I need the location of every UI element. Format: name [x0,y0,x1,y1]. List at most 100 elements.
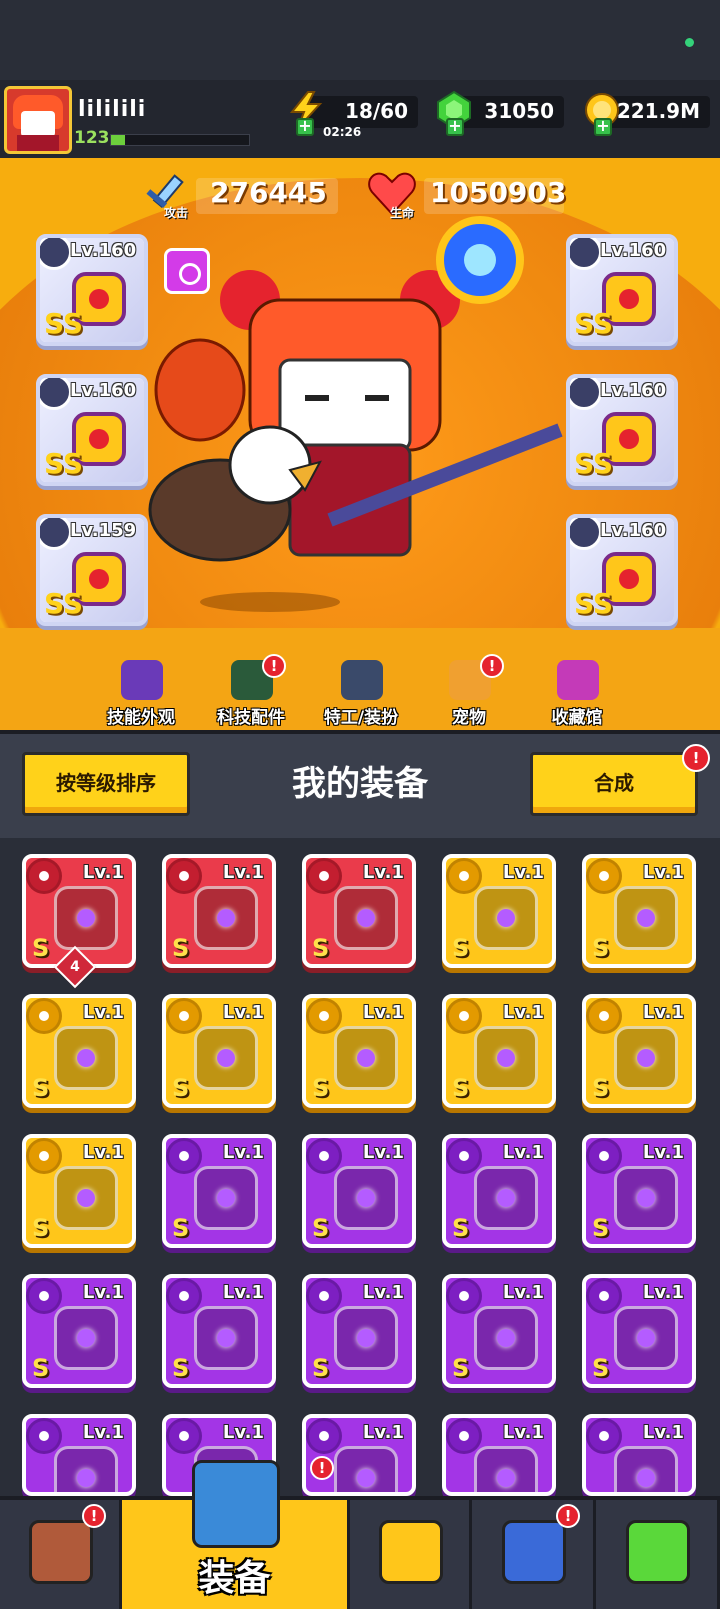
inventory-item[interactable]: Lv.1 S [582,854,696,968]
slot-level: Lv.160 [70,240,137,261]
inventory-item[interactable]: Lv.1 S [162,1274,276,1388]
equipped-slot[interactable]: Lv.159 SS [36,514,148,626]
inventory-item[interactable]: Lv.1 [22,1414,136,1496]
equipped-slot[interactable]: Lv.160 SS [566,374,678,486]
merge-button[interactable]: 合成 [530,752,698,816]
item-level: Lv.1 [82,1002,124,1023]
item-grade: S [312,1214,330,1242]
inventory-item[interactable]: Lv.1 [582,1414,696,1496]
item-grade: S [452,1214,470,1242]
inventory-item[interactable]: Lv.1 S [162,1134,276,1248]
inventory-item[interactable]: Lv.1 S [162,994,276,1108]
inventory-item[interactable]: Lv.1 [302,1414,416,1496]
item-level: Lv.1 [502,1282,544,1303]
player-name: lililili [78,97,147,122]
item-level: Lv.1 [502,1422,544,1443]
add-gems-icon[interactable]: + [446,118,464,136]
inventory-item[interactable]: Lv.1 [442,1414,556,1496]
slot-level: Lv.160 [70,380,137,401]
equipped-slot[interactable]: Lv.160 SS [36,374,148,486]
item-grade: S [32,1354,50,1382]
menu-agents-outfits[interactable]: 特工/装扮 [306,660,416,730]
inventory-item[interactable]: Lv.1 S [442,1134,556,1248]
slot-grade: SS [44,587,84,620]
agents-outfits-icon [341,660,383,700]
coin-counter[interactable]: 221.9M [585,93,710,128]
belt-icon [586,858,622,894]
item-grade: S [452,1074,470,1102]
necklace-icon [40,378,72,410]
menu-label: 特工/装扮 [323,708,399,728]
nav-tab-equipment[interactable]: 装备! [122,1456,350,1609]
equipped-slot[interactable]: Lv.160 SS [36,234,148,346]
add-coins-icon[interactable]: + [594,118,612,136]
energy-counter[interactable]: 18/60 [289,91,418,129]
nav-tab-dna[interactable] [596,1500,720,1609]
slot-level: Lv.160 [600,380,667,401]
equipment-art [334,1026,398,1090]
inventory-item[interactable]: Lv.1 S [442,854,556,968]
glove-icon [40,518,72,550]
inventory-item[interactable]: Lv.1 S [22,994,136,1108]
inventory-item[interactable]: Lv.1 S [22,1134,136,1248]
inventory-item[interactable]: Lv.1 S [302,994,416,1108]
status-bar [0,0,720,80]
equipment-art [334,886,398,950]
menu-pets[interactable]: 宠物! [414,654,524,730]
item-level: Lv.1 [82,1142,124,1163]
item-level: Lv.1 [222,862,264,883]
alert-badge: ! [556,1504,580,1528]
menu-skill-skins[interactable]: 技能外观 [86,660,196,730]
inventory-item[interactable]: Lv.1 S [442,1274,556,1388]
player-avatar[interactable] [4,86,72,154]
item-grade: S [32,1074,50,1102]
equipped-slot[interactable]: Lv.160 SS [566,514,678,626]
item-level: Lv.1 [222,1282,264,1303]
nav-tab-battle[interactable] [350,1500,472,1609]
inventory-item[interactable]: Lv.1 S [302,1134,416,1248]
item-grade: S [32,1214,50,1242]
boots-icon [26,1138,62,1174]
item-grade: S [172,1214,190,1242]
alert-badge: ! [262,654,286,678]
battle-icon [379,1520,443,1584]
nav-tab-planet[interactable]: ! [472,1500,596,1609]
slot-level: Lv.160 [600,240,667,261]
weapon-icon [306,1138,342,1174]
item-level: Lv.1 [362,1142,404,1163]
inventory-item[interactable]: Lv.1 S [582,1134,696,1248]
item-level: Lv.1 [222,1142,264,1163]
menu-tech-parts[interactable]: 科技配件! [196,654,306,730]
inventory-item[interactable]: Lv.1 S [22,1274,136,1388]
inventory-item[interactable]: Lv.1 S [582,1274,696,1388]
item-level: Lv.1 [222,1422,264,1443]
armor-icon [586,1278,622,1314]
nav-label: 装备 [198,1558,271,1599]
item-grade: S [592,1074,610,1102]
inventory-item[interactable]: Lv.1 S [582,994,696,1108]
add-energy-icon[interactable]: + [296,118,314,136]
glove-icon [586,998,622,1034]
item-grade: S [452,1354,470,1382]
equipment-art [54,1026,118,1090]
item-level: Lv.1 [642,862,684,883]
inventory-item[interactable]: Lv.1 S [302,1274,416,1388]
equipment-art [54,1446,118,1492]
nav-tab-shop[interactable]: ! [0,1500,122,1609]
equipment-art [194,1166,258,1230]
item-level: Lv.1 [222,1002,264,1023]
equipment-art [54,1166,118,1230]
planet-icon [502,1520,566,1584]
item-level: Lv.1 [502,862,544,883]
equipment-art [614,1026,678,1090]
inventory-item[interactable]: Lv.1 S [302,854,416,968]
menu-collection[interactable]: 收藏馆 [522,660,632,730]
item-grade: S [592,1214,610,1242]
energy-timer: 02:26 [323,125,362,139]
inventory-item[interactable]: Lv.1 S [442,994,556,1108]
inventory-item[interactable]: Lv.1 S [162,854,276,968]
item-grade: S [592,1354,610,1382]
equipped-slot[interactable]: Lv.160 SS [566,234,678,346]
equipment-art [614,1446,678,1492]
gem-counter[interactable]: 31050 [437,90,564,130]
